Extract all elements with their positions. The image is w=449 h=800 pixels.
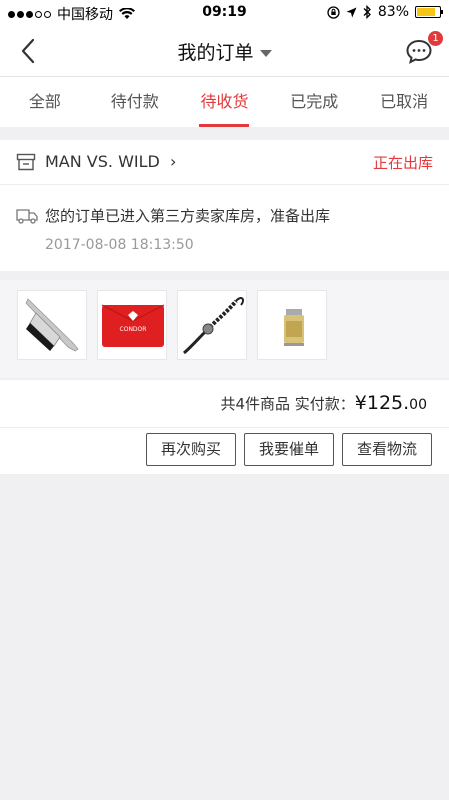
product-thumb[interactable] — [177, 290, 247, 360]
message-badge: 1 — [428, 31, 443, 46]
tab-completed[interactable]: 已完成 — [269, 77, 359, 127]
order-actions: 再次购买 我要催单 查看物流 — [0, 428, 449, 474]
bluetooth-icon — [363, 5, 371, 19]
page-title-dropdown[interactable]: 我的订单 — [0, 38, 449, 65]
summary-label: 共4件商品 实付款： — [220, 395, 355, 413]
status-bar-right: 83% — [327, 4, 443, 20]
store-row[interactable]: MAN VS. WILD › 正在出库 — [0, 140, 449, 185]
product-thumb[interactable]: CONDOR — [97, 290, 167, 360]
order-price-cents: 00 — [409, 397, 427, 413]
product-thumb[interactable] — [257, 290, 327, 360]
location-arrow-icon — [346, 7, 357, 17]
message-button[interactable]: 1 — [405, 31, 443, 66]
section-divider — [0, 271, 449, 280]
product-thumb[interactable] — [17, 290, 87, 360]
rebuy-button[interactable]: 再次购买 — [146, 433, 236, 466]
chevron-right-icon: › — [170, 152, 177, 171]
product-thumbnails[interactable]: CONDOR — [0, 280, 449, 378]
tab-cancelled[interactable]: 已取消 — [359, 77, 449, 127]
view-logistics-button[interactable]: 查看物流 — [342, 433, 432, 466]
store-name: MAN VS. WILD — [45, 152, 160, 171]
page-title: 我的订单 — [177, 42, 254, 64]
logistics-time: 2017-08-08 18:13:50 — [45, 237, 194, 253]
urge-order-button[interactable]: 我要催单 — [244, 433, 334, 466]
order-card: MAN VS. WILD › 正在出库 您的订单已进入第三方卖家库房，准备出库 … — [0, 140, 449, 272]
order-summary: 共4件商品 实付款：¥125.00 — [0, 380, 449, 428]
logistics-row[interactable]: 您的订单已进入第三方卖家库房，准备出库 2017-08-08 18:13:50 — [0, 185, 449, 272]
nav-bar: 我的订单 1 — [0, 26, 449, 77]
store-icon — [16, 153, 36, 171]
paracord-keychain-product-image — [183, 297, 245, 355]
logistics-message: 您的订单已进入第三方卖家库房，准备出库 — [45, 207, 331, 225]
lighter-product-image — [284, 309, 304, 346]
order-status: 正在出库 — [372, 154, 433, 172]
order-tabs: 全部 待付款 待收货 已完成 已取消 — [0, 77, 449, 127]
caret-down-icon — [259, 50, 272, 57]
red-pouch-product-image: CONDOR — [101, 304, 165, 347]
tab-pending-payment[interactable]: 待付款 — [90, 77, 180, 127]
tab-all[interactable]: 全部 — [0, 77, 90, 127]
truck-icon — [16, 209, 38, 224]
status-bar: 中国移动 09:19 83% — [0, 0, 449, 26]
tab-pending-receipt[interactable]: 待收货 — [180, 77, 270, 127]
battery-icon — [415, 6, 443, 18]
knife-product-image — [25, 298, 79, 352]
rotation-lock-icon — [327, 5, 340, 19]
battery-percent: 83% — [377, 4, 409, 20]
summary-text: 共4件商品 实付款：¥125.00 — [220, 392, 427, 414]
order-price: ¥125. — [354, 392, 410, 414]
pouch-brand-text: CONDOR — [120, 326, 147, 333]
